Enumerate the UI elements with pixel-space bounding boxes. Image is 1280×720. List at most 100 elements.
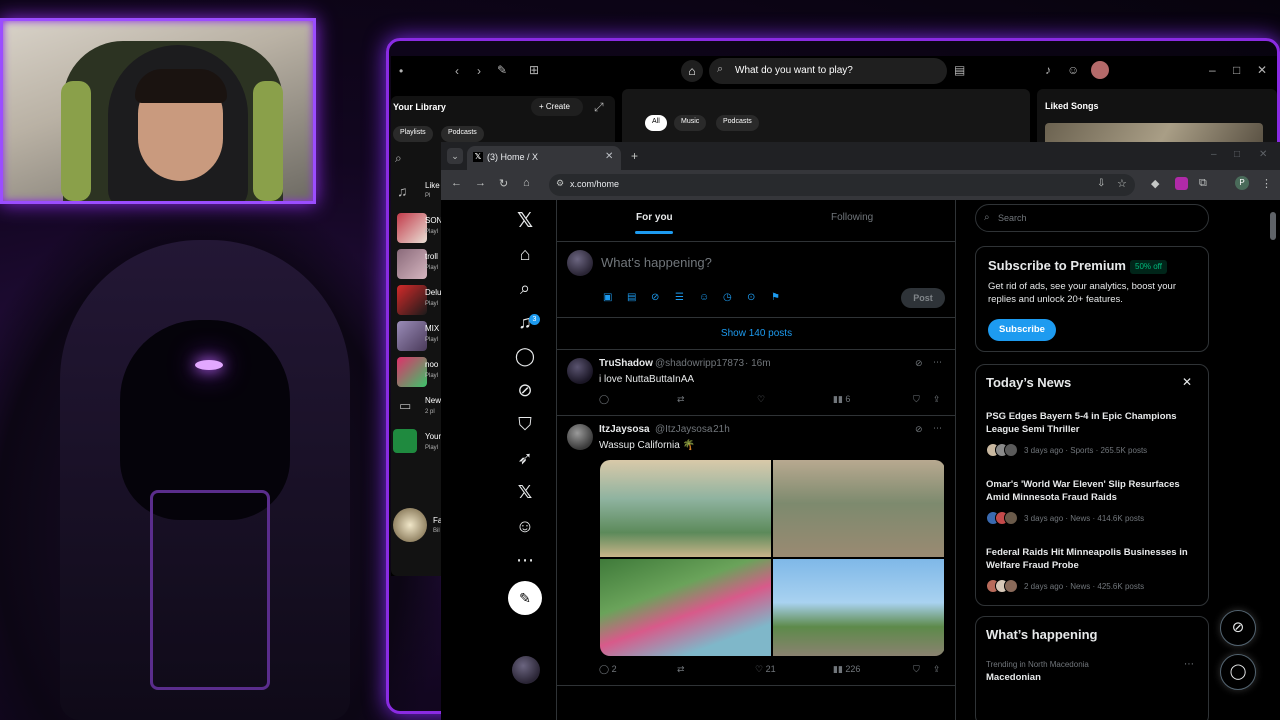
library-item-title[interactable]: noo <box>425 360 438 369</box>
tab-following[interactable]: Following <box>831 212 873 223</box>
share-icon[interactable]: ⇪ <box>933 664 941 675</box>
tweet[interactable]: TruShadow @shadowripp17873 · 16m ⊘ ⋯ i l… <box>557 350 956 416</box>
tab-close-icon[interactable]: ✕ <box>605 151 613 162</box>
back-icon[interactable]: ← <box>451 177 462 189</box>
tweet-author-handle[interactable]: @shadowripp17873 <box>655 358 744 369</box>
grok-icon[interactable]: ⊘ <box>651 292 659 303</box>
grok-explain-icon[interactable]: ⊘ <box>915 424 923 435</box>
tweet-author-name[interactable]: ItzJaysosa <box>599 424 650 435</box>
views-icon[interactable]: ▮▮ 6 <box>833 394 850 405</box>
reload-icon[interactable]: ↻ <box>499 177 508 190</box>
account-avatar[interactable] <box>512 656 540 684</box>
grok-floating-icon[interactable]: ⊘ <box>1220 610 1256 646</box>
scrollbar-thumb[interactable] <box>1270 212 1276 240</box>
more-options-icon[interactable]: ⋯ <box>933 357 942 368</box>
library-item-title[interactable]: SON <box>425 216 442 225</box>
chip-music[interactable]: Music <box>674 115 707 131</box>
tweet-author-name[interactable]: TruShadow <box>599 358 653 369</box>
install-app-icon[interactable]: ⇩ <box>1097 178 1105 189</box>
close-icon[interactable]: ✕ <box>1257 63 1267 77</box>
chip-playlists[interactable]: Playlists <box>393 126 433 142</box>
news-headline[interactable]: Federal Raids Hit Minneapolis Businesses… <box>986 546 1201 572</box>
profile-nav-icon[interactable]: ☺ <box>507 516 543 546</box>
create-button[interactable]: + Create <box>531 98 583 116</box>
library-item-title[interactable]: troll <box>425 252 438 261</box>
library-item-title[interactable]: MIX <box>425 324 439 333</box>
chip-all[interactable]: All <box>645 115 667 131</box>
reply-icon[interactable]: ◯ 2 <box>599 664 617 675</box>
your-episodes-cover[interactable] <box>393 429 417 453</box>
messages-nav-icon[interactable]: ◯ <box>507 346 543 376</box>
playlist-cover[interactable] <box>397 213 427 243</box>
library-item-title[interactable]: Your <box>425 432 441 441</box>
bookmark-icon[interactable]: ⛉ <box>913 394 920 405</box>
explore-nav-icon[interactable]: ⌕ <box>507 278 543 308</box>
composer-input[interactable]: What's happening? <box>601 255 712 270</box>
repost-icon[interactable]: ⇄ <box>677 664 685 675</box>
more-nav-icon[interactable]: ⋯ <box>507 550 543 580</box>
emoji-icon[interactable]: ☺ <box>699 292 709 303</box>
premium-x-nav-icon[interactable]: 𝕏 <box>507 482 543 512</box>
new-tab-icon[interactable]: + <box>631 149 638 163</box>
browser-menu-icon[interactable]: ⋮ <box>1261 177 1272 190</box>
playlist-cover[interactable] <box>397 357 427 387</box>
post-button[interactable]: Post <box>901 288 945 308</box>
home-page-icon[interactable]: ⌂ <box>523 177 530 189</box>
window-close-icon[interactable]: ✕ <box>1259 149 1267 160</box>
news-headline[interactable]: PSG Edges Bayern 5-4 in Epic Champions L… <box>986 410 1201 436</box>
maximize-icon[interactable]: □ <box>1233 63 1240 77</box>
playlist-cover[interactable] <box>397 249 427 279</box>
tweet-photo[interactable] <box>600 460 771 557</box>
bell-icon[interactable]: ♪ <box>1045 63 1051 77</box>
spotify-profile-avatar[interactable] <box>1091 61 1109 79</box>
bookmarks-nav-icon[interactable]: ⛉ <box>507 414 543 444</box>
poll-icon[interactable]: ☰ <box>675 292 684 303</box>
menu-dots-icon[interactable]: • <box>399 64 403 78</box>
tab-x-home[interactable]: 𝕏 (3) Home / X ✕ <box>467 146 621 170</box>
gif-icon[interactable]: ▤ <box>627 292 636 303</box>
playlist-cover[interactable] <box>397 285 427 315</box>
subscribe-button[interactable]: Subscribe <box>988 319 1056 341</box>
repost-icon[interactable]: ⇄ <box>677 394 685 405</box>
browse-icon[interactable]: ▤ <box>954 63 965 77</box>
library-search-icon[interactable]: ⌕ <box>395 151 402 166</box>
home-icon[interactable]: ⌂ <box>681 60 703 82</box>
reply-icon[interactable]: ◯ <box>599 394 609 405</box>
grok-nav-icon[interactable]: ⊘ <box>507 380 543 410</box>
extension-icon[interactable]: ◆ <box>1151 177 1159 190</box>
like-icon[interactable]: ♡ 21 <box>755 664 776 675</box>
grok-explain-icon[interactable]: ⊘ <box>915 358 923 369</box>
rocket-nav-icon[interactable]: ➶ <box>507 448 543 478</box>
artist-avatar[interactable] <box>393 508 427 542</box>
tweet-author-handle[interactable]: @ItzJaysosa <box>655 424 712 435</box>
trend-name[interactable]: Macedonian <box>986 672 1041 683</box>
views-icon[interactable]: ▮▮ 226 <box>833 664 860 675</box>
notifications-nav-icon[interactable]: ♫ 3 <box>507 312 543 342</box>
forward-icon[interactable]: → <box>475 177 486 189</box>
like-icon[interactable]: ♡ <box>757 394 765 405</box>
library-item-title[interactable]: New <box>425 396 441 405</box>
profile-avatar[interactable]: P <box>1235 176 1249 190</box>
chip-podcasts[interactable]: Podcasts <box>441 126 484 142</box>
library-item-title[interactable]: Like <box>425 181 440 190</box>
tab-search-icon[interactable]: ⌄ <box>447 148 463 164</box>
show-new-posts-link[interactable]: Show 140 posts <box>557 318 956 350</box>
image-icon[interactable]: ▣ <box>603 292 612 303</box>
bookmark-icon[interactable]: ⛉ <box>913 664 920 675</box>
back-arrow-icon[interactable]: ‹ <box>455 64 459 78</box>
more-options-icon[interactable]: ⋯ <box>933 423 942 434</box>
extension-purple-icon[interactable] <box>1175 177 1188 190</box>
schedule-icon[interactable]: ◷ <box>723 292 732 303</box>
pencil-icon[interactable]: ✎ <box>497 63 507 77</box>
messages-floating-icon[interactable]: ◯ <box>1220 654 1256 690</box>
tweet-avatar[interactable] <box>567 358 593 384</box>
page-scrollbar[interactable] <box>1270 202 1276 718</box>
tweet-photo[interactable] <box>773 559 944 656</box>
tab-for-you[interactable]: For you <box>636 212 673 223</box>
compose-post-icon[interactable]: ✎ <box>508 581 542 615</box>
expand-icon[interactable]: ⤢ <box>594 100 604 115</box>
tweet-media-grid[interactable] <box>600 460 945 656</box>
close-news-icon[interactable]: ✕ <box>1182 375 1192 389</box>
site-info-icon[interactable]: ⚙ <box>556 178 564 189</box>
trend-more-icon[interactable]: ⋯ <box>1184 659 1194 670</box>
